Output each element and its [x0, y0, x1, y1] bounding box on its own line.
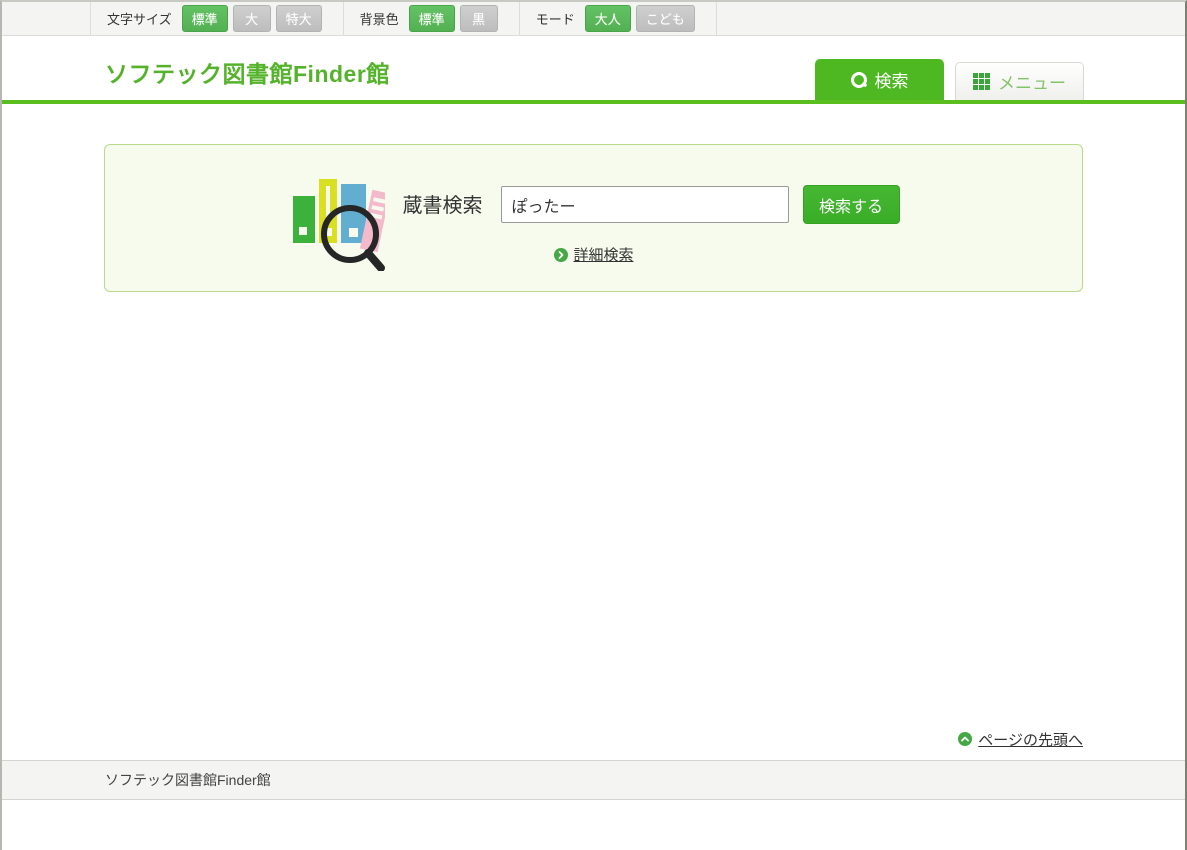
tab-search[interactable]: 検索: [815, 59, 944, 100]
tab-menu-label: メニュー: [998, 69, 1066, 94]
footer-site-name: ソフテック図書館Finder館: [105, 770, 271, 790]
mode-group: モード 大人 こども: [519, 2, 717, 36]
catalog-search-label: 蔵書検索: [403, 189, 483, 218]
arrow-right-circle-icon: [553, 248, 567, 262]
font-size-standard-button[interactable]: 標準: [182, 5, 228, 32]
tab-menu[interactable]: メニュー: [955, 62, 1084, 100]
search-submit-button[interactable]: 検索する: [803, 185, 900, 224]
search-icon: [851, 72, 867, 88]
page: 文字サイズ 標準 大 特大 背景色 標準 黒 モード 大人 こども ソフテック図…: [0, 0, 1187, 850]
search-input[interactable]: [501, 186, 789, 223]
main-content: 蔵書検索 検索する 詳細検索 ページの先頭へ: [2, 144, 1185, 749]
header-tabs: 検索 メニュー: [815, 59, 1084, 100]
header: ソフテック図書館Finder館 検索 メニュー: [2, 36, 1185, 100]
font-size-xlarge-button[interactable]: 特大: [276, 5, 322, 32]
bg-standard-button[interactable]: 標準: [409, 5, 455, 32]
background-color-label: 背景色: [360, 9, 399, 28]
grid-icon: [973, 73, 990, 90]
font-size-label: 文字サイズ: [107, 9, 172, 28]
mode-adult-button[interactable]: 大人: [585, 5, 631, 32]
mode-kids-button[interactable]: こども: [636, 5, 695, 32]
site-title: ソフテック図書館Finder館: [105, 55, 390, 89]
bg-black-button[interactable]: 黒: [460, 5, 498, 32]
back-to-top-link[interactable]: ページの先頭へ: [978, 729, 1083, 750]
accessibility-toolbar: 文字サイズ 標準 大 特大 背景色 標準 黒 モード 大人 こども: [2, 2, 1185, 36]
content-spacer: [104, 292, 1083, 729]
books-magnifier-icon: [288, 171, 385, 271]
header-accent-line: [2, 100, 1185, 104]
mode-label: モード: [536, 9, 575, 28]
advanced-search-link[interactable]: 詳細検索: [573, 244, 633, 265]
background-color-group: 背景色 標準 黒: [343, 2, 519, 36]
footer: ソフテック図書館Finder館: [2, 760, 1185, 800]
catalog-search-panel: 蔵書検索 検索する 詳細検索: [104, 144, 1083, 292]
font-size-group: 文字サイズ 標準 大 特大: [90, 2, 343, 36]
font-size-large-button[interactable]: 大: [233, 5, 271, 32]
tab-search-label: 検索: [875, 67, 909, 92]
arrow-up-circle-icon: [958, 732, 972, 746]
